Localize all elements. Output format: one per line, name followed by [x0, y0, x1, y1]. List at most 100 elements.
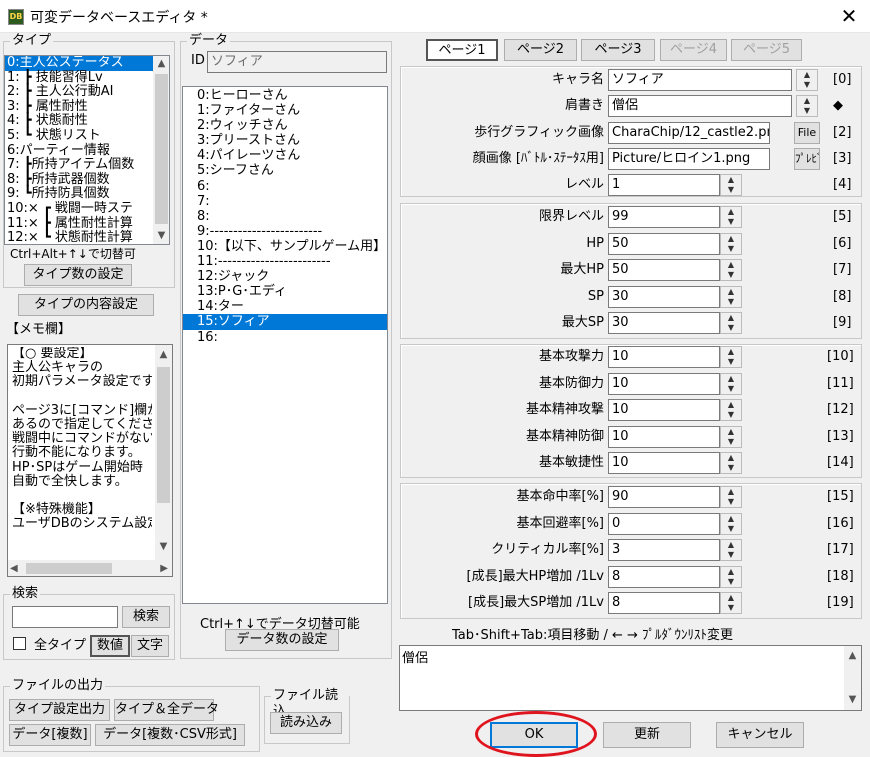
data-list-item[interactable]: 8:: [183, 209, 387, 224]
scroll-up-icon[interactable]: ▲: [153, 58, 169, 69]
spin-down-icon[interactable]: ▼: [721, 524, 741, 534]
spin-control[interactable]: ▲ ▼: [720, 312, 742, 334]
memo-textarea[interactable]: 【○ 要設定】 主人公キャラの 初期パラメータ設定です ページ3に[コマンド]欄が ある…: [7, 344, 173, 577]
data-list-item[interactable]: 9:------------------------: [183, 224, 387, 239]
type-list-item[interactable]: 5: ┗ 状態リスト: [5, 128, 153, 144]
spin-control[interactable]: ▲ ▼: [720, 486, 742, 508]
spin-down-icon[interactable]: ▼: [721, 410, 741, 420]
spin-up-icon[interactable]: ▲: [721, 427, 741, 437]
spin-down-icon[interactable]: ▼: [721, 323, 741, 333]
type-list-item[interactable]: 10:× ┏ 戦闘一時ステ: [5, 201, 153, 217]
data-multi-button[interactable]: データ[複数]: [9, 724, 91, 746]
field-value[interactable]: 1: [608, 174, 720, 197]
spin-control[interactable]: ▲ ▼: [796, 69, 818, 91]
cancel-button[interactable]: キャンセル: [716, 722, 804, 748]
type-list-item[interactable]: 12:× ┗ 状態耐性計算: [5, 231, 153, 244]
spin-control[interactable]: ▲ ▼: [720, 565, 742, 588]
type-list-item[interactable]: 9: ┗所持防具個数: [5, 187, 153, 202]
spin-down-icon[interactable]: ▼: [797, 80, 817, 90]
field-value[interactable]: 3: [608, 539, 720, 561]
field-value[interactable]: 僧侶: [608, 95, 792, 118]
spin-up-icon[interactable]: ▲: [721, 374, 741, 384]
type-list[interactable]: 0:主人公ステータス 1: ┣ 技能習得Lv 2: ┣ 主人公行動AI 3: ┣ 属性…: [4, 55, 170, 245]
field-value[interactable]: 10: [608, 346, 720, 368]
field-value[interactable]: 30: [608, 312, 720, 334]
field-value[interactable]: 0: [608, 512, 720, 535]
spin-up-icon[interactable]: ▲: [721, 514, 741, 524]
all-types-checkbox[interactable]: [13, 637, 26, 650]
data-list-item[interactable]: 6:: [183, 179, 387, 194]
description-textarea[interactable]: 僧侶 ▲ ▼: [399, 645, 862, 711]
data-list-item[interactable]: 0:ヒーローさん: [183, 88, 387, 103]
field-value[interactable]: 10: [608, 452, 720, 474]
spin-up-icon[interactable]: ▲: [721, 207, 741, 217]
spin-up-icon[interactable]: ▲: [721, 540, 741, 550]
type-list-item[interactable]: 2: ┣ 主人公行動AI: [5, 85, 153, 100]
spin-down-icon[interactable]: ▼: [721, 550, 741, 560]
tab-page-2[interactable]: ページ2: [504, 39, 577, 61]
spin-up-icon[interactable]: ▲: [721, 260, 741, 270]
type-all-data-button[interactable]: タイプ＆全データ: [114, 699, 219, 721]
tab-page-3[interactable]: ページ3: [581, 39, 655, 61]
spin-down-icon[interactable]: ▼: [721, 185, 741, 195]
data-csv-button[interactable]: データ[複数･CSV形式]: [95, 724, 245, 746]
spin-control[interactable]: ▲ ▼: [720, 399, 742, 421]
spin-up-icon[interactable]: ▲: [721, 313, 741, 323]
read-button[interactable]: 読み込み: [270, 712, 342, 734]
field-value[interactable]: 10: [608, 425, 720, 448]
spin-down-icon[interactable]: ▼: [797, 106, 817, 116]
update-button[interactable]: 更新: [603, 722, 691, 748]
data-name-input[interactable]: ソフィア: [207, 51, 387, 73]
field-action-button[interactable]: ﾌﾟﾚﾋﾞｭｰ: [794, 147, 820, 170]
data-list-item[interactable]: 13:P･G･エディ: [183, 284, 387, 299]
type-list-item[interactable]: 6:パーティー情報: [5, 143, 153, 159]
type-list-item[interactable]: 0:主人公ステータス: [5, 56, 153, 71]
spin-up-icon[interactable]: ▲: [721, 400, 741, 410]
data-list-item[interactable]: 12:ジャック: [183, 269, 387, 284]
spin-down-icon[interactable]: ▼: [721, 270, 741, 280]
spin-control[interactable]: ▲ ▼: [720, 425, 742, 448]
type-setting-output-button[interactable]: タイプ設定出力: [9, 699, 110, 721]
numeric-search-button[interactable]: 数値: [90, 635, 130, 657]
field-value[interactable]: 10: [608, 372, 720, 395]
spin-down-icon[interactable]: ▼: [721, 437, 741, 447]
spin-up-icon[interactable]: ▲: [721, 567, 741, 577]
spin-down-icon[interactable]: ▼: [721, 497, 741, 507]
spin-up-icon[interactable]: ▲: [721, 487, 741, 497]
spin-control[interactable]: ▲ ▼: [720, 452, 742, 474]
spin-control[interactable]: ▲ ▼: [720, 232, 742, 255]
data-list-item[interactable]: 7:: [183, 194, 387, 209]
spin-down-icon[interactable]: ▼: [721, 384, 741, 394]
spin-control[interactable]: ▲ ▼: [720, 539, 742, 561]
spin-control[interactable]: ▲ ▼: [720, 592, 742, 614]
spin-control[interactable]: ▲ ▼: [720, 285, 742, 308]
spin-up-icon[interactable]: ▲: [721, 453, 741, 463]
field-value[interactable]: 30: [608, 285, 720, 308]
search-input[interactable]: [12, 606, 118, 628]
scroll-up-icon[interactable]: ▲: [155, 349, 172, 360]
spin-down-icon[interactable]: ▼: [721, 357, 741, 367]
spin-down-icon[interactable]: ▼: [721, 297, 741, 307]
spin-down-icon[interactable]: ▼: [721, 463, 741, 473]
spin-control[interactable]: ▲ ▼: [720, 259, 742, 281]
type-content-button[interactable]: タイプの内容設定: [18, 294, 154, 316]
spin-up-icon[interactable]: ▲: [721, 234, 741, 244]
scroll-up-icon[interactable]: ▲: [844, 650, 861, 661]
data-list-item[interactable]: 14:ター: [183, 299, 387, 314]
scroll-down-icon[interactable]: ▼: [155, 541, 172, 552]
scroll-down-icon[interactable]: ▼: [844, 694, 861, 705]
type-list-item[interactable]: 1: ┣ 技能習得Lv: [5, 70, 153, 86]
data-list-item[interactable]: 16:: [183, 330, 387, 345]
spin-down-icon[interactable]: ▼: [721, 603, 741, 613]
data-count-button[interactable]: データ数の設定: [225, 629, 339, 651]
field-value[interactable]: 8: [608, 592, 720, 614]
memo-scrollbar[interactable]: ▲ ▼: [155, 345, 172, 560]
spin-down-icon[interactable]: ▼: [721, 577, 741, 587]
description-scrollbar[interactable]: ▲ ▼: [844, 646, 861, 710]
scroll-thumb[interactable]: [155, 74, 168, 224]
spin-control[interactable]: ▲ ▼: [720, 372, 742, 395]
field-value[interactable]: 50: [608, 259, 720, 281]
data-list-item[interactable]: 2:ウィッチさん: [183, 118, 387, 133]
spin-up-icon[interactable]: ▲: [797, 70, 817, 80]
field-value[interactable]: 99: [608, 206, 720, 228]
